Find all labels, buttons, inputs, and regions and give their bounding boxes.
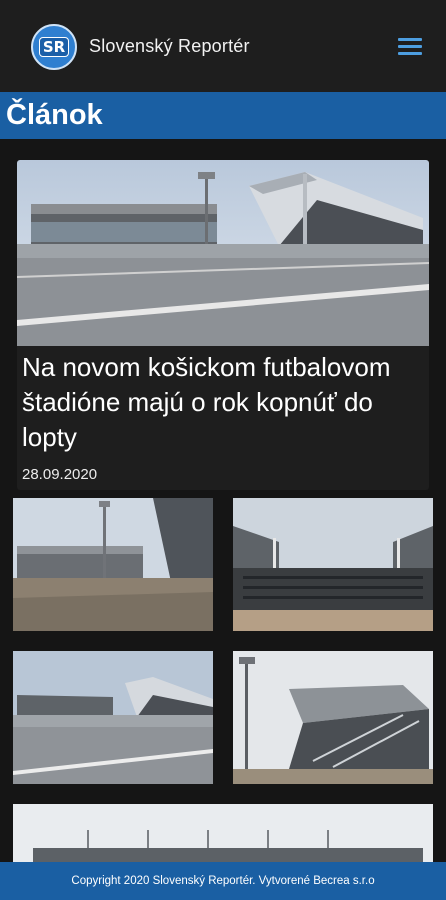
gallery-image[interactable] bbox=[13, 804, 433, 862]
article-card[interactable]: Na novom košickom futbalovom štadióne ma… bbox=[17, 160, 429, 490]
article-date: 28.09.2020 bbox=[22, 466, 98, 483]
top-app-bar: SR Slovenský Reportér bbox=[0, 0, 446, 92]
footer-copyright: Copyright 2020 Slovenský Reportér. Vytvo… bbox=[71, 875, 375, 887]
footer: Copyright 2020 Slovenský Reportér. Vytvo… bbox=[0, 862, 446, 900]
article-hero-image[interactable] bbox=[17, 160, 429, 346]
logo-text: SR bbox=[38, 37, 70, 57]
section-header: Článok bbox=[0, 92, 446, 139]
site-logo[interactable]: SR bbox=[31, 24, 77, 70]
gallery-image[interactable] bbox=[233, 498, 433, 631]
gallery-image[interactable] bbox=[13, 651, 213, 784]
section-title: Článok bbox=[6, 99, 103, 131]
site-title[interactable]: Slovenský Reportér bbox=[89, 36, 250, 57]
article-headline[interactable]: Na novom košickom futbalovom štadióne ma… bbox=[22, 350, 422, 455]
gallery-image[interactable] bbox=[233, 651, 433, 784]
gallery-image[interactable] bbox=[13, 498, 213, 631]
hamburger-menu-icon[interactable] bbox=[398, 38, 424, 58]
